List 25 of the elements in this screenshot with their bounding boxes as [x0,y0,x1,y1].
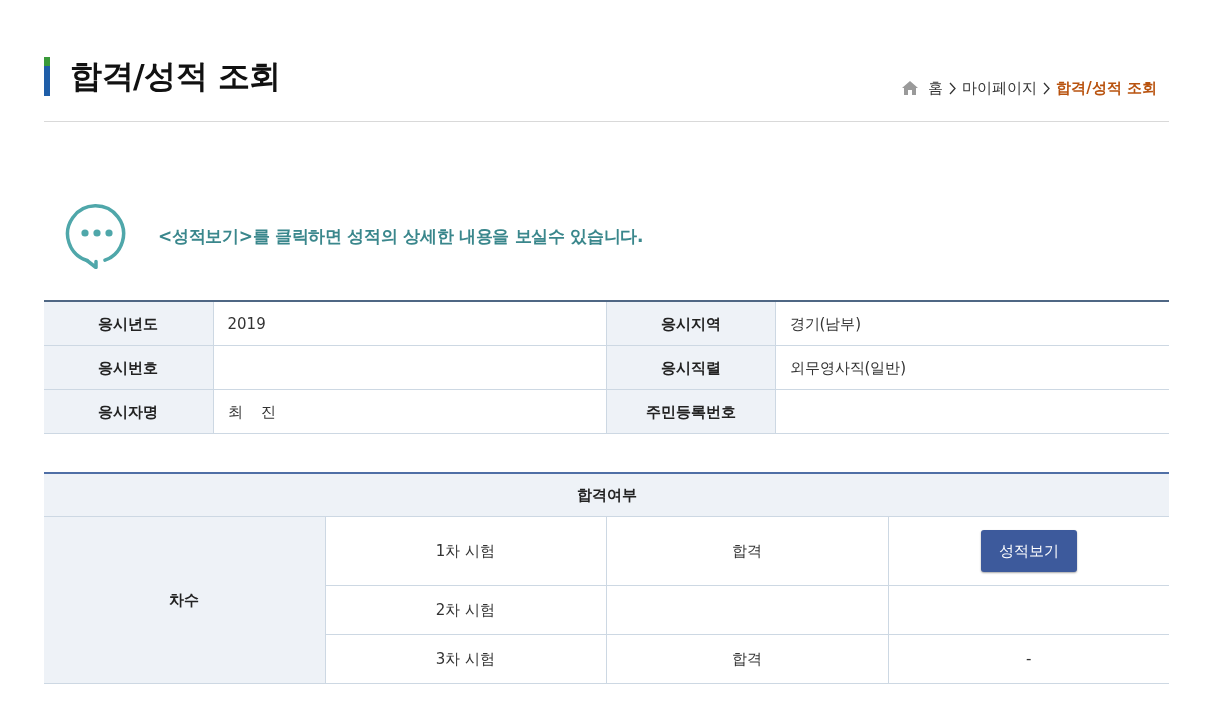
value-cell: 최 진 [213,389,606,434]
label-cell: 응시지역 [606,301,775,346]
table-cell: 2차 시험 [325,585,606,635]
table-cell: 합격 [606,634,888,684]
title-accent-bar [44,56,50,96]
value-cell: 2019 [213,301,606,346]
home-link[interactable]: 홈 [902,78,944,98]
view-score-button[interactable]: 성적보기 [980,530,1077,572]
breadcrumb-current[interactable]: 합격/성적 조회 [1056,78,1157,98]
label-cell: 주민등록번호 [606,389,775,434]
table-cell: 1차 시험 [325,516,606,586]
column-header: 합격여부 [44,473,1169,517]
page-title: 합격/성적 조회 [70,56,281,96]
label-cell: 응시년도 [44,301,213,346]
table-cell: 3차 시험 [325,634,606,684]
chevron-right-icon [949,81,957,95]
home-icon [902,81,919,95]
table-cell: 합격 [606,516,888,586]
chevron-right-icon [1043,81,1051,95]
notice-text: <성적보기>를 클릭하면 성적의 상세한 내용을 보실수 있습니다. [158,224,644,248]
label-cell: 응시자명 [44,389,213,434]
label-cell: 응시번호 [44,345,213,390]
breadcrumb-link[interactable]: 마이페이지 [962,78,1038,98]
label-cell: 응시직렬 [606,345,775,390]
row-header: 차수 [44,516,325,684]
